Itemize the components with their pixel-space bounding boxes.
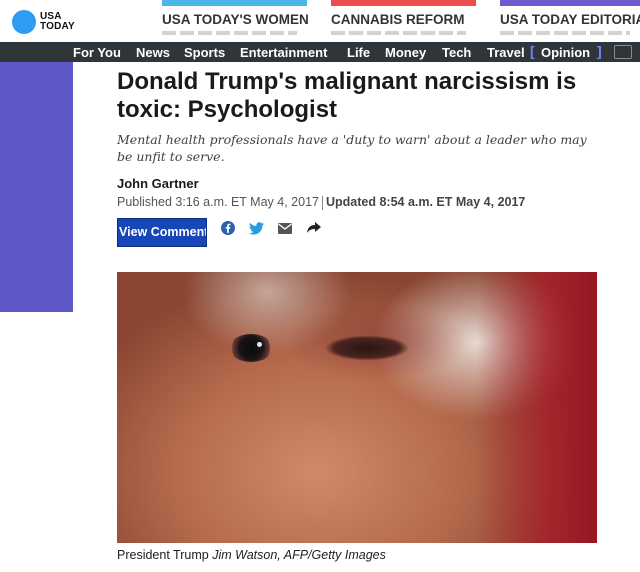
promo-title: CANNABIS REFORM	[331, 12, 465, 27]
promo-editorial[interactable]: USA TODAY EDITORIA	[500, 0, 640, 42]
side-panel	[0, 62, 73, 312]
dateline-divider	[321, 195, 323, 210]
promo-subtitle-faded	[500, 31, 630, 35]
photo-eye	[229, 334, 273, 362]
dateline: Published 3:16 a.m. ET May 4, 2017 Update…	[117, 195, 525, 210]
nav-item-news[interactable]: News	[136, 45, 170, 60]
article-deck: Mental health professionals have a 'duty…	[117, 132, 587, 164]
published-time: Published 3:16 a.m. ET May 4, 2017	[117, 195, 319, 209]
logo-line-2: TODAY	[40, 21, 75, 32]
nav-item-entertainment[interactable]: Entertainment	[240, 45, 327, 60]
logo-circle-icon	[12, 10, 36, 34]
caption-credit: Jim Watson, AFP/Getty Images	[212, 548, 386, 562]
photo-caption: President Trump Jim Watson, AFP/Getty Im…	[117, 548, 386, 562]
share-arrow-icon[interactable]	[306, 220, 322, 236]
author-byline[interactable]: John Gartner	[117, 176, 199, 191]
promo-title: USA TODAY EDITORIA	[500, 12, 640, 27]
nav-item-life[interactable]: Life	[347, 45, 370, 60]
main-nav: For You News Sports Entertainment Life M…	[0, 42, 640, 62]
photo-eye-glint	[257, 342, 262, 347]
nav-item-tech[interactable]: Tech	[442, 45, 471, 60]
nav-bracket-right: ]	[597, 43, 602, 59]
promo-womens[interactable]: USA TODAY'S WOMEN	[162, 0, 309, 42]
promo-subtitle-faded	[162, 31, 297, 35]
promo-bar-red	[331, 0, 476, 6]
nav-item-for-you[interactable]: For You	[73, 45, 121, 60]
photo-red-background	[477, 272, 597, 543]
email-icon[interactable]	[277, 220, 293, 236]
nav-bracket-left: [	[530, 43, 535, 59]
updated-time: Updated 8:54 a.m. ET May 4, 2017	[325, 195, 526, 209]
promo-title: USA TODAY'S WOMEN	[162, 12, 309, 27]
caption-subject: President Trump	[117, 548, 209, 562]
usa-today-logo[interactable]: USA TODAY	[12, 10, 75, 34]
nav-more-icon[interactable]	[614, 45, 632, 59]
promo-subtitle-faded	[331, 31, 466, 35]
facebook-icon[interactable]	[220, 220, 236, 236]
promo-bar-purple	[500, 0, 640, 6]
view-comments-button[interactable]: View Comments	[117, 218, 207, 247]
nav-item-travel[interactable]: Travel	[487, 45, 525, 60]
article-photo[interactable]	[117, 272, 597, 543]
article-headline: Donald Trump's malignant narcissism is t…	[117, 68, 577, 123]
promo-cannabis[interactable]: CANNABIS REFORM	[331, 0, 476, 42]
nav-item-sports[interactable]: Sports	[184, 45, 225, 60]
promo-bar-blue	[162, 0, 307, 6]
nav-item-opinion[interactable]: Opinion	[541, 45, 590, 60]
top-banner: USA TODAY USA TODAY'S WOMEN CANNABIS REF…	[0, 0, 640, 42]
nav-item-money[interactable]: Money	[385, 45, 426, 60]
twitter-icon[interactable]	[248, 220, 264, 236]
